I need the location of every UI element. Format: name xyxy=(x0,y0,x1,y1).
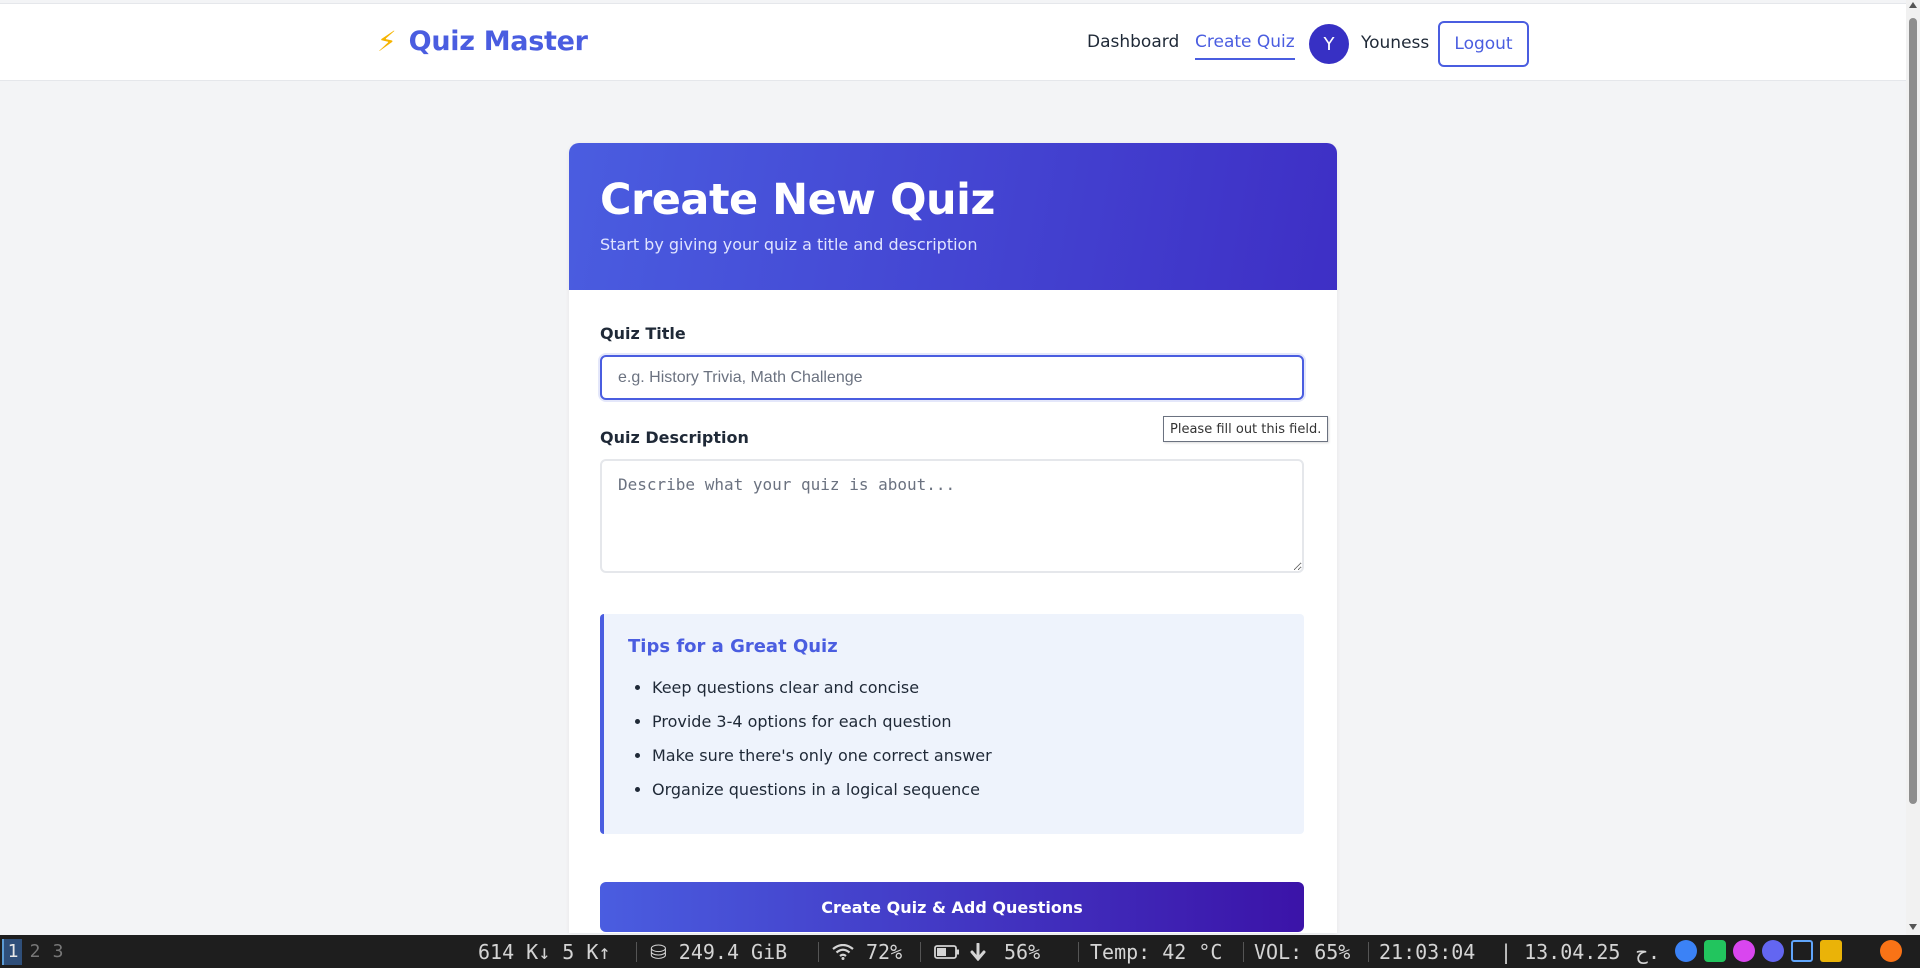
tip-item: Make sure there's only one correct answe… xyxy=(652,739,1280,773)
user-avatar[interactable]: Y xyxy=(1309,24,1349,64)
bluetooth-icon[interactable] xyxy=(1675,940,1697,962)
settings-gear-icon[interactable] xyxy=(1762,940,1784,962)
battery-icon xyxy=(934,945,959,959)
nav-link-create-quiz[interactable]: Create Quiz xyxy=(1195,32,1295,60)
tip-item: Provide 3-4 options for each question xyxy=(652,705,1280,739)
flame-app-icon[interactable] xyxy=(1733,940,1755,962)
quiz-title-label: Quiz Title xyxy=(600,324,686,343)
disk-usage: ⛁ 249.4 GiB xyxy=(650,940,788,964)
system-taskbar: 1 2 3 614 K↓ 5 K↑ ⛁ 249.4 GiB 72% 56% Te… xyxy=(0,935,1920,968)
wifi-icon xyxy=(832,944,854,960)
tip-item: Keep questions clear and concise xyxy=(652,671,1280,705)
workspace-2[interactable]: 2 xyxy=(25,939,45,965)
tip-item: Organize questions in a logical sequence xyxy=(652,773,1280,807)
separator xyxy=(1078,942,1079,962)
quiz-description-label: Quiz Description xyxy=(600,428,749,447)
nav-link-dashboard[interactable]: Dashboard xyxy=(1087,32,1179,52)
tips-title: Tips for a Great Quiz xyxy=(628,636,838,657)
top-navbar: ⚡ Quiz Master Dashboard Create Quiz Y Yo… xyxy=(0,3,1906,81)
scissors-icon[interactable] xyxy=(1704,940,1726,962)
window-grid-icon[interactable] xyxy=(1820,940,1842,962)
page-title: Create New Quiz xyxy=(600,175,995,225)
clock-time: 21:03:04 xyxy=(1379,940,1476,964)
lightning-bolt-icon: ⚡ xyxy=(377,24,397,58)
brand-name: Quiz Master xyxy=(408,26,588,57)
quiz-description-input[interactable] xyxy=(600,459,1304,573)
separator xyxy=(636,942,637,962)
card-header: Create New Quiz Start by giving your qui… xyxy=(569,143,1337,290)
scroll-thumb[interactable] xyxy=(1909,18,1917,804)
create-quiz-button[interactable]: Create Quiz & Add Questions xyxy=(600,882,1304,932)
page-subtitle: Start by giving your quiz a title and de… xyxy=(600,235,978,254)
tips-box: Tips for a Great Quiz Keep questions cle… xyxy=(600,614,1304,834)
workspace-3[interactable]: 3 xyxy=(48,939,68,965)
wifi-strength: 72% xyxy=(866,940,903,964)
brand-logo[interactable]: ⚡ Quiz Master xyxy=(377,26,588,57)
separator xyxy=(920,942,921,962)
signal-bars-icon[interactable] xyxy=(1791,940,1813,962)
update-icon[interactable] xyxy=(1880,940,1902,962)
separator xyxy=(1243,942,1244,962)
page-scrollbar[interactable] xyxy=(1906,0,1920,935)
cpu-temperature: Temp: 42 °C xyxy=(1090,940,1223,964)
battery-level: 56% xyxy=(1004,940,1041,964)
network-speed: 614 K↓ 5 K↑ xyxy=(478,940,611,964)
tips-list: Keep questions clear and concise Provide… xyxy=(628,671,1280,807)
keyboard-layout[interactable]: ح. xyxy=(1636,939,1660,965)
validation-tooltip: Please fill out this field. xyxy=(1163,416,1329,442)
scroll-down-arrow-icon[interactable] xyxy=(1909,924,1917,930)
create-quiz-card: Create New Quiz Start by giving your qui… xyxy=(569,143,1337,933)
quiz-title-input[interactable] xyxy=(600,355,1304,400)
clock-date: | 13.04.25 xyxy=(1500,940,1621,964)
arrow-down-icon xyxy=(970,943,986,961)
separator xyxy=(1368,942,1369,962)
logout-button[interactable]: Logout xyxy=(1438,21,1529,67)
scroll-up-arrow-icon[interactable] xyxy=(1909,2,1917,8)
workspace-1[interactable]: 1 xyxy=(2,939,22,965)
username: Youness xyxy=(1361,33,1430,53)
separator xyxy=(818,942,819,962)
volume-level: VOL: 65% xyxy=(1254,940,1351,964)
